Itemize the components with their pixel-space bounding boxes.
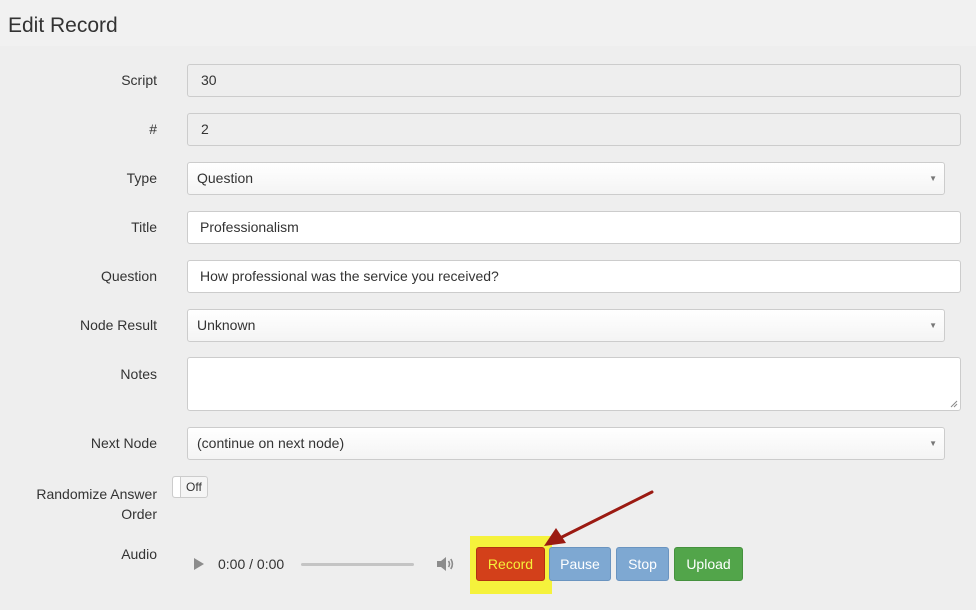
audio-seek-bar[interactable] (301, 563, 414, 566)
title-input[interactable]: Professionalism (187, 211, 961, 244)
audio-label: Audio (121, 546, 157, 562)
audio-time: 0:00 / 0:00 (218, 556, 285, 572)
resize-handle-icon[interactable] (950, 400, 958, 408)
next-node-select[interactable]: (continue on next node) ▼ (187, 427, 945, 460)
stop-button[interactable]: Stop (616, 547, 669, 581)
notes-label: Notes (120, 366, 157, 382)
type-label: Type (126, 170, 157, 186)
toggle-knob (173, 477, 181, 497)
node-result-select[interactable]: Unknown ▼ (187, 309, 945, 342)
script-label: Script (121, 72, 157, 88)
toggle-state-text: Off (186, 480, 202, 494)
volume-icon[interactable] (435, 555, 455, 573)
next-node-label: Next Node (90, 435, 157, 451)
annotation-arrow-icon (544, 490, 654, 546)
page-title: Edit Record (8, 14, 118, 37)
node-result-value: Unknown (197, 317, 256, 333)
type-value: Question (197, 170, 254, 186)
play-icon[interactable] (194, 558, 204, 570)
audio-player: 0:00 / 0:00 (190, 548, 465, 580)
question-label: Question (100, 268, 157, 284)
randomize-label-line2: Order (121, 506, 157, 522)
number-field[interactable]: 2 (187, 113, 961, 146)
type-select[interactable]: Question ▼ (187, 162, 945, 195)
number-value: 2 (201, 121, 209, 137)
question-input[interactable]: How professional was the service you rec… (187, 260, 961, 293)
randomize-label: Randomize Answer Order (36, 484, 157, 524)
number-label: # (149, 121, 157, 137)
upload-button[interactable]: Upload (674, 547, 743, 581)
node-result-label: Node Result (79, 317, 157, 333)
randomize-label-line1: Randomize Answer (36, 486, 157, 502)
chevron-down-icon: ▼ (929, 321, 937, 330)
script-value: 30 (201, 72, 217, 88)
question-value: How professional was the service you rec… (200, 268, 499, 284)
pause-button[interactable]: Pause (549, 547, 611, 581)
title-value: Professionalism (200, 219, 299, 235)
script-field[interactable]: 30 (187, 64, 961, 97)
title-label: Title (131, 219, 157, 235)
chevron-down-icon: ▼ (929, 439, 937, 448)
page-header: Edit Record (0, 0, 976, 46)
record-button[interactable]: Record (476, 547, 545, 581)
notes-textarea[interactable] (187, 357, 961, 411)
randomize-toggle[interactable]: Off (172, 476, 208, 498)
chevron-down-icon: ▼ (929, 174, 937, 183)
next-node-value: (continue on next node) (197, 435, 345, 451)
